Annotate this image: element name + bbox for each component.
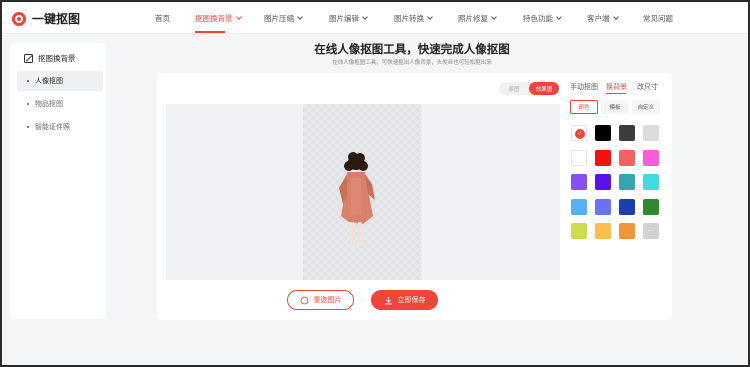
nav-item-image-convert[interactable]: 图片转换	[394, 13, 433, 24]
color-swatch[interactable]	[619, 149, 635, 166]
more-icon: ···	[647, 227, 655, 235]
check-icon: ✓	[575, 129, 585, 139]
nav-item-cutout-background[interactable]: 抠图换背景	[195, 13, 242, 24]
preview-toggle: 原图 效果图	[499, 82, 559, 95]
nav-item-client[interactable]: 客户端	[587, 13, 619, 24]
subtab-custom[interactable]: 自定义	[632, 100, 660, 114]
subtab-template[interactable]: 模板	[601, 100, 629, 114]
color-swatch[interactable]	[643, 125, 659, 141]
subtab-color[interactable]: 颜色	[570, 100, 598, 114]
chevron-down-icon	[612, 14, 619, 20]
reselect-image-button[interactable]: 重选图片	[287, 290, 354, 310]
color-swatch[interactable]	[619, 223, 635, 239]
color-swatch[interactable]	[619, 125, 635, 141]
nav-label: 抠图换背景	[195, 14, 233, 23]
child-figure-image	[339, 152, 375, 249]
color-swatch[interactable]	[643, 198, 659, 215]
color-swatch[interactable]	[595, 149, 611, 166]
nav-item-features[interactable]: 特色功能	[523, 13, 562, 24]
download-icon	[384, 296, 392, 304]
chevron-down-icon	[235, 14, 242, 20]
sidebar-item-label: 人像抠图	[35, 77, 63, 85]
color-swatch[interactable]	[571, 198, 587, 215]
active-nav-indicator	[195, 31, 225, 33]
swatch-more[interactable]: ···	[643, 223, 659, 239]
tab-manual-cutout[interactable]: 手动抠图	[570, 82, 598, 92]
cutout-preview-image	[303, 104, 421, 280]
nav-label: 首页	[155, 14, 170, 23]
color-swatch[interactable]	[571, 174, 587, 190]
sidebar-title: 抠图换背景	[24, 53, 76, 64]
sidebar-item-portrait-cutout[interactable]: 人像抠图	[17, 71, 103, 91]
color-swatch[interactable]	[643, 149, 659, 166]
logo[interactable]: 一键抠图	[12, 10, 80, 27]
preview-canvas	[166, 104, 560, 280]
bullet-icon	[27, 126, 29, 128]
workspace-card: 原图 效果图 重选图片 立即保存 手动抠图 换背景 改尺寸 颜色 模板 自定义 …	[157, 73, 672, 320]
tab-change-background[interactable]: 换背景	[606, 82, 627, 92]
nav-item-home[interactable]: 首页	[155, 13, 170, 24]
chevron-down-icon	[297, 14, 303, 20]
nav-item-image-edit[interactable]: 图片编辑	[329, 13, 368, 24]
refresh-icon	[300, 296, 308, 304]
color-swatch[interactable]	[595, 223, 611, 239]
app-window: 一键抠图 首页 抠图换背景 图片压缩 图片编辑 图片转换 照片修复 特色功能 客…	[0, 0, 750, 367]
color-swatch[interactable]	[571, 223, 587, 239]
nav-label: 客户端	[587, 14, 610, 23]
nav-item-photo-repair[interactable]: 照片修复	[458, 13, 497, 24]
save-label: 立即保存	[397, 296, 426, 304]
nav-label: 图片压缩	[264, 14, 294, 23]
reselect-label: 重选图片	[313, 296, 342, 304]
sidebar-item-object-cutout[interactable]: 物品抠图	[17, 94, 103, 114]
page-title: 在线人像抠图工具，快速完成人像抠图	[314, 42, 510, 56]
save-now-button[interactable]: 立即保存	[371, 290, 438, 310]
nav-label: 图片转换	[394, 14, 424, 23]
sidebar-item-label: 物品抠图	[35, 100, 63, 108]
chevron-down-icon	[427, 14, 433, 20]
nav-item-image-compress[interactable]: 图片压缩	[264, 13, 303, 24]
color-swatch[interactable]	[595, 125, 611, 141]
toggle-result[interactable]: 效果图	[529, 82, 559, 95]
nav-label: 图片编辑	[329, 14, 359, 23]
swatch-selected[interactable]: ✓	[571, 125, 587, 141]
page-subtitle: 在线人像抠图工具，可快速抠出人像背景，头发丝也可轻松抠出来	[332, 60, 492, 66]
sidebar-item-id-photo[interactable]: 智能证件照	[17, 117, 103, 137]
nav-item-faq[interactable]: 常见问题	[643, 13, 673, 24]
chevron-down-icon	[491, 14, 497, 20]
color-swatch[interactable]	[595, 174, 611, 190]
color-swatch[interactable]	[619, 198, 635, 215]
nav-label: 常见问题	[643, 14, 673, 23]
logo-icon	[12, 11, 26, 26]
nav-label: 照片修复	[458, 14, 488, 23]
chevron-down-icon	[556, 14, 562, 20]
top-navigation-bar: 一键抠图 首页 抠图换背景 图片压缩 图片编辑 图片转换 照片修复 特色功能 客…	[2, 2, 748, 34]
color-swatch[interactable]	[595, 198, 611, 215]
sidebar: 抠图换背景 人像抠图 物品抠图 智能证件照	[10, 43, 106, 319]
tab-resize[interactable]: 改尺寸	[637, 82, 658, 92]
cutout-icon	[24, 54, 33, 63]
sidebar-item-label: 智能证件照	[35, 123, 70, 131]
bullet-icon	[27, 80, 29, 82]
color-swatch[interactable]	[643, 174, 659, 190]
sidebar-title-label: 抠图换背景	[38, 54, 76, 63]
nav-label: 特色功能	[523, 14, 553, 23]
logo-text: 一键抠图	[32, 12, 81, 26]
toggle-original[interactable]: 原图	[499, 82, 529, 95]
bullet-icon	[27, 103, 29, 105]
color-swatch[interactable]	[619, 174, 635, 190]
chevron-down-icon	[362, 14, 368, 20]
color-swatch[interactable]	[571, 149, 587, 166]
active-tab-indicator	[606, 93, 626, 94]
